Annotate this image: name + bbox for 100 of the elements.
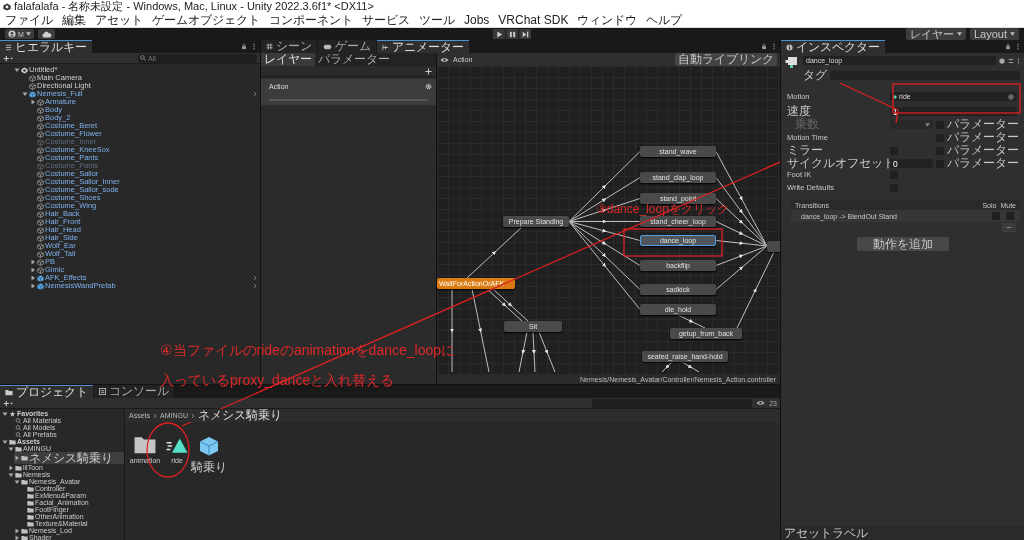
- foldout-arrow-icon[interactable]: [8, 445, 14, 452]
- pause-icon: [508, 30, 516, 38]
- foldout-arrow-icon[interactable]: [14, 455, 20, 461]
- menu-item[interactable]: ウィンドウ: [577, 11, 638, 29]
- dropdown-arrow-icon: [1010, 32, 1015, 36]
- checkbox-label: パラメーター: [947, 156, 1019, 172]
- dropdown-arrow-icon: [956, 32, 962, 36]
- panel-tab[interactable]: レイヤー: [261, 53, 315, 66]
- annotation-text: ④当ファイルのrideのanimationをdance_loopに: [160, 342, 455, 358]
- folder-icon: [5, 388, 13, 396]
- account-icon: [8, 30, 16, 38]
- dropdown-arrow-icon: [25, 32, 31, 36]
- dot-icon: [893, 94, 897, 99]
- inspector-tab[interactable]: インスペクター: [781, 40, 885, 53]
- more-icon[interactable]: [771, 43, 777, 50]
- foldout-arrow-icon[interactable]: [8, 464, 14, 471]
- window-title: falafalafa - 名称未設定 - Windows, Mac, Linux - Unity 2022.3.6f1* <DX11>: [14, 0, 374, 14]
- checkbox-label: パラメーター: [947, 130, 1019, 145]
- menu-item[interactable]: サービス: [362, 11, 410, 29]
- step-button[interactable]: [519, 29, 531, 39]
- object-picker-icon[interactable]: [1008, 93, 1014, 100]
- menu-item[interactable]: Jobs: [464, 13, 490, 27]
- menu-item[interactable]: 編集: [62, 11, 86, 29]
- dropdown-field[interactable]: [890, 120, 933, 129]
- remove-button[interactable]: −: [1002, 223, 1016, 232]
- add-behaviour-button[interactable]: 動作を追加: [856, 237, 949, 251]
- checkbox-label: パラメーター: [947, 116, 1019, 132]
- more-icon[interactable]: [251, 43, 257, 50]
- folder-icon[interactable]: [134, 436, 156, 454]
- foldout-arrow-icon[interactable]: [14, 534, 20, 540]
- eye-icon[interactable]: [756, 400, 766, 406]
- cloud-button[interactable]: [37, 29, 55, 39]
- panel-tab[interactable]: パラメーター: [315, 53, 393, 66]
- help-icon[interactable]: [999, 57, 1005, 64]
- foldout-arrow-icon[interactable]: [30, 259, 36, 265]
- lock-icon[interactable]: [1005, 43, 1011, 50]
- asset-name[interactable]: 騎乗り: [191, 459, 227, 476]
- plus-icon: [3, 54, 14, 62]
- pause-button[interactable]: [506, 29, 518, 39]
- foldout-arrow-icon[interactable]: [14, 67, 20, 73]
- menu-item[interactable]: VRChat SDK: [498, 13, 569, 27]
- foldout-arrow-icon[interactable]: [2, 438, 8, 445]
- menu-item[interactable]: アセット: [95, 11, 143, 29]
- foldout-arrow-icon[interactable]: [14, 478, 20, 485]
- motion-triangle-icon[interactable]: [166, 436, 188, 454]
- hierarchy-tab[interactable]: ヒエラルキー: [0, 40, 92, 53]
- menu-item[interactable]: ツール: [419, 11, 455, 29]
- checkbox-label: パラメーター: [947, 143, 1019, 158]
- add-dropdown[interactable]: [3, 54, 14, 62]
- add-dropdown[interactable]: [3, 399, 14, 407]
- number-field[interactable]: 1: [890, 107, 1017, 116]
- node-graph-icon: [382, 43, 389, 51]
- menu-item[interactable]: ヘルプ: [646, 11, 683, 29]
- project-tree-item[interactable]: ネメシス騎乗り: [14, 452, 124, 464]
- list-icon: [5, 43, 12, 51]
- layout-dropdown[interactable]: Layout: [969, 28, 1019, 40]
- info-icon: [786, 43, 793, 51]
- lock-icon[interactable]: [761, 43, 767, 50]
- number-field[interactable]: 0: [890, 159, 933, 168]
- field-label: 速度: [787, 103, 811, 118]
- foldout-arrow-icon[interactable]: [30, 267, 36, 273]
- editor-tab[interactable]: シーン: [261, 40, 317, 53]
- gear-icon[interactable]: [425, 83, 432, 90]
- foldout-arrow-icon[interactable]: [2, 410, 8, 417]
- chevron-right-icon: [153, 412, 157, 419]
- editor-tab[interactable]: ゲーム: [318, 40, 376, 53]
- dropdown-arrow-icon: [925, 122, 930, 127]
- foldout-arrow-icon[interactable]: [30, 283, 36, 289]
- foldout-arrow-icon[interactable]: [30, 99, 36, 105]
- breadcrumb-item[interactable]: ネメシス騎乗り: [198, 407, 282, 424]
- auto-live-link-button[interactable]: 自動ライブリンク: [675, 53, 777, 66]
- cloud-icon: [40, 30, 52, 38]
- lock-icon[interactable]: [241, 43, 247, 50]
- foldout-arrow-icon[interactable]: [30, 275, 36, 281]
- layers-dropdown[interactable]: レイヤー: [905, 28, 966, 40]
- plus-icon[interactable]: [425, 67, 432, 75]
- foldout-arrow-icon[interactable]: [22, 91, 28, 97]
- chevron-right-icon[interactable]: [253, 91, 257, 97]
- cube-icon[interactable]: [199, 436, 219, 456]
- search-icon: [140, 55, 146, 61]
- editor-tab[interactable]: アニメーター: [377, 40, 469, 53]
- star-icon: [9, 410, 16, 417]
- sliders-icon[interactable]: [1008, 57, 1014, 64]
- play-icon: [495, 30, 503, 38]
- state-icon: [785, 55, 799, 69]
- step-icon: [521, 30, 529, 38]
- plus-icon: [3, 399, 14, 407]
- hash-icon: [266, 43, 273, 50]
- chevron-right-icon: [191, 412, 195, 419]
- state-node[interactable]: [767, 241, 780, 252]
- eye-icon[interactable]: [440, 56, 449, 63]
- menu-item[interactable]: コンポーネント: [269, 11, 353, 29]
- menu-item[interactable]: ファイル: [5, 11, 53, 29]
- asset-labels-header: アセットラベル: [784, 526, 868, 540]
- menu-item[interactable]: ゲームオブジェクト: [152, 11, 260, 29]
- gamepad-icon: [323, 43, 332, 50]
- play-button[interactable]: [493, 29, 505, 39]
- field-label: ミラー: [787, 142, 823, 158]
- console-icon: [99, 388, 106, 395]
- project-tab[interactable]: プロジェクト: [0, 385, 93, 398]
